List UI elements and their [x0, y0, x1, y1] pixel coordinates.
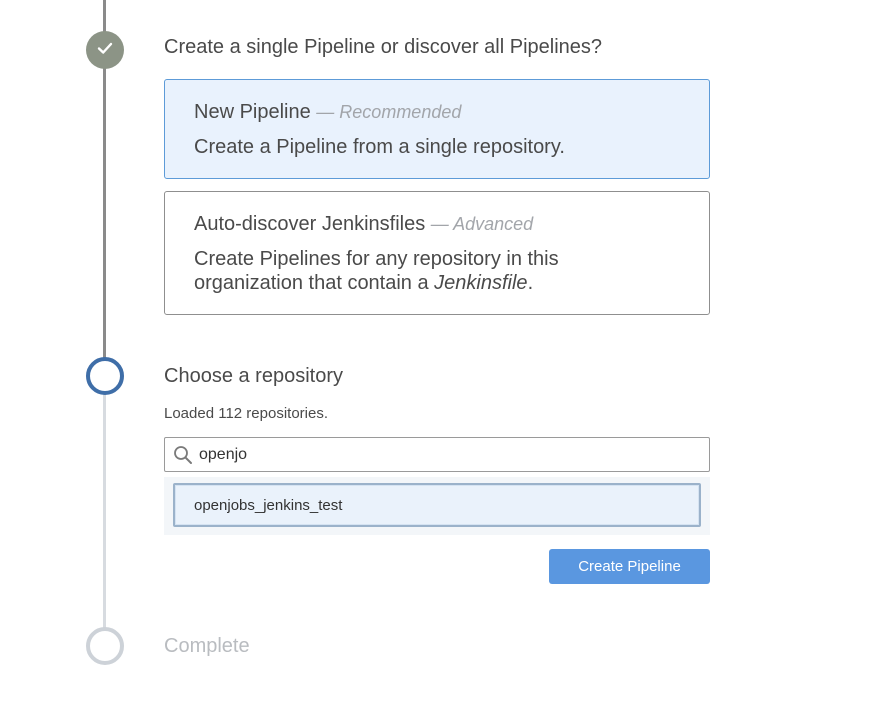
step-title-choose-repo: Choose a repository [164, 365, 343, 387]
timeline-line-pending [103, 392, 106, 628]
step-pending-indicator [86, 627, 124, 665]
option-heading: Auto-discover Jenkinsfiles — Advanced [194, 212, 680, 236]
check-icon [95, 38, 115, 63]
option-auto-discover[interactable]: Auto-discover Jenkinsfiles — Advanced Cr… [164, 191, 710, 315]
repository-result-item[interactable]: openjobs_jenkins_test [173, 483, 701, 527]
option-description-period: . [527, 272, 534, 294]
option-tag: — Recommended [316, 102, 462, 122]
option-title: Auto-discover Jenkinsfiles [194, 213, 426, 235]
option-description: Create a Pipeline from a single reposito… [194, 136, 565, 158]
repository-results-list: openjobs_jenkins_test [164, 477, 710, 535]
option-new-pipeline[interactable]: New Pipeline — Recommended Create a Pipe… [164, 79, 710, 179]
step-active-indicator [86, 357, 124, 395]
repository-search-input[interactable] [199, 445, 679, 464]
option-description: Create Pipelines for any repository in t… [194, 247, 680, 295]
step-title-choose-type: Create a single Pipeline or discover all… [164, 36, 603, 58]
option-heading: New Pipeline — Recommended [194, 100, 680, 124]
jenkinsfile-term: Jenkinsfile [434, 272, 528, 294]
option-description-line1: Create Pipelines for any repository in t… [194, 248, 559, 270]
search-icon [173, 444, 195, 466]
step-complete-indicator [86, 31, 124, 69]
option-tag: — Advanced [430, 214, 534, 234]
option-title: New Pipeline [194, 101, 311, 123]
option-description-line2: organization that contain a [194, 272, 435, 294]
repositories-loaded-status: Loaded 112 repositories. [164, 405, 329, 422]
create-pipeline-button[interactable]: Create Pipeline [549, 549, 710, 584]
step-title-complete: Complete [164, 635, 250, 657]
repository-search-box[interactable] [164, 437, 710, 472]
